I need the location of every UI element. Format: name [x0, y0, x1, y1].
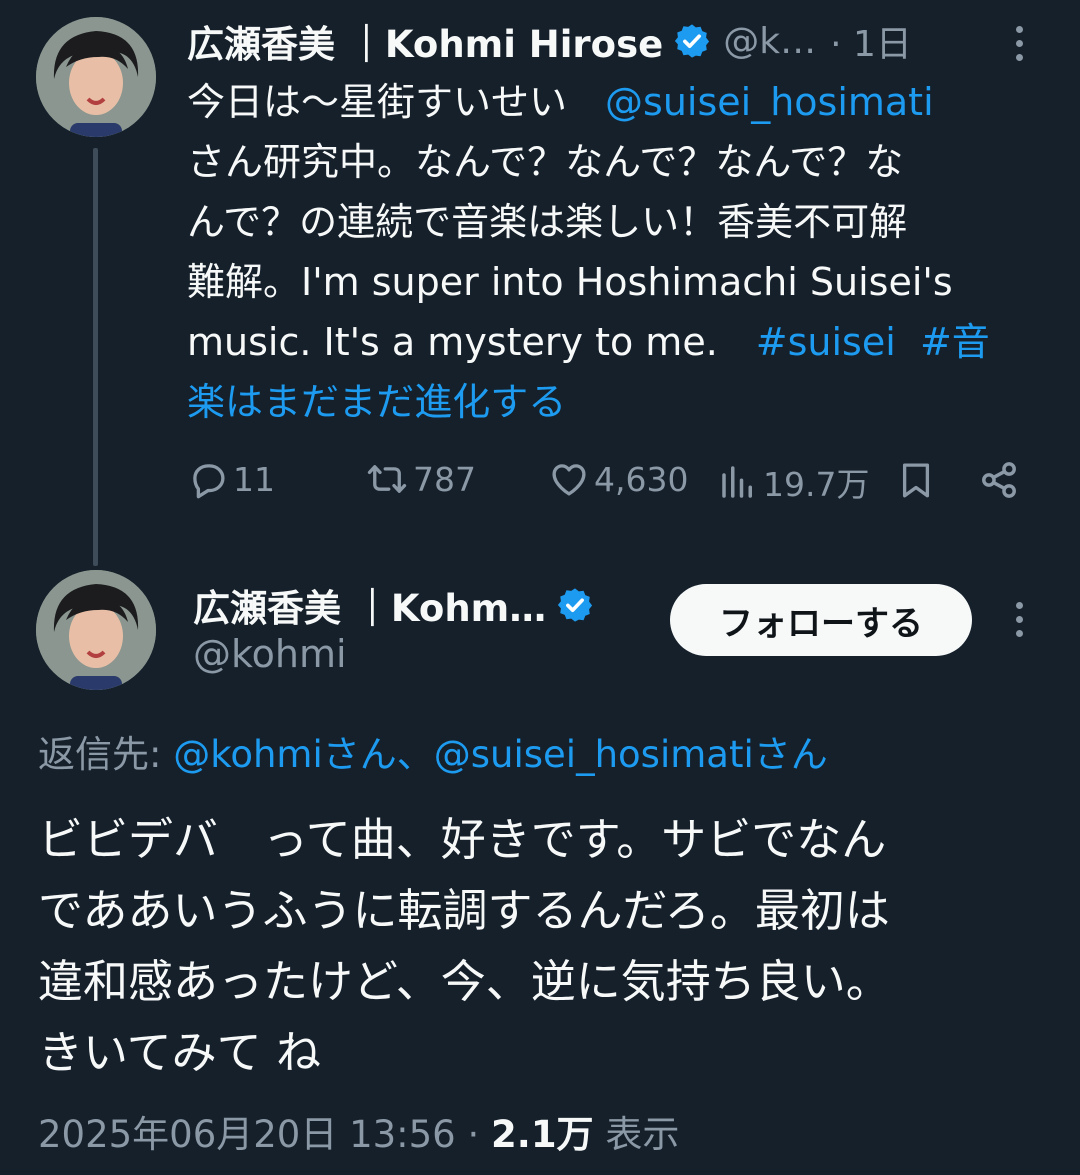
avatar[interactable] — [36, 570, 156, 690]
tweet-text: ビビデバ って曲、好きです。サビでなん でああいうふうに転調するんだろ。最初は … — [38, 804, 1038, 1088]
repost-count: 787 — [413, 459, 476, 499]
view-count: 19.7万 — [763, 465, 870, 504]
text-line: きいてみて ね — [38, 1026, 321, 1079]
mention-link[interactable]: @suisei_hosimati — [605, 80, 934, 124]
post-time[interactable]: · 1日 — [830, 15, 912, 67]
post-timestamp[interactable]: 2025年06月20日 13:56 — [38, 1113, 456, 1156]
hashtag-link[interactable]: #音 — [920, 320, 990, 364]
hashtag-link[interactable]: #suisei — [756, 320, 896, 364]
author-handle[interactable]: @kohmi — [193, 632, 347, 676]
text-line: 違和感あったけど、今、逆に気持ち良い。 — [38, 955, 891, 1008]
views-label: 表示 — [593, 1113, 680, 1156]
author-name[interactable]: 広瀬香美 ｜Kohm… — [193, 578, 546, 632]
thread-connector-line — [93, 148, 98, 566]
text-line: 難解。I'm super into Hoshimachi Suisei's — [187, 260, 953, 304]
like-button[interactable]: 4,630 — [548, 458, 688, 500]
share-button[interactable] — [977, 458, 1021, 502]
author-handle[interactable]: @k… — [723, 21, 816, 62]
author-name[interactable]: 広瀬香美 ｜Kohmi Hirose — [187, 14, 663, 68]
reply-count: 11 — [233, 459, 275, 499]
tweet-header: 広瀬香美 ｜Kohmi Hirose @k… · 1日 — [187, 14, 912, 68]
verified-badge-icon — [675, 24, 710, 58]
text-line: んで？の連続で音楽は楽しい！香美不可解 — [187, 200, 908, 244]
share-icon — [982, 462, 1016, 498]
reply-prefix: 返信先: — [38, 733, 174, 776]
bar-chart-icon — [722, 466, 752, 498]
bookmark-button[interactable] — [895, 458, 937, 502]
verified-badge-icon — [558, 588, 593, 622]
tweet-header: 広瀬香美 ｜Kohm… — [193, 580, 594, 630]
text-line: ビビデバ って曲、好きです。サビでなん — [38, 813, 887, 866]
meta-separator: · — [455, 1113, 492, 1156]
reply-button[interactable]: 11 — [187, 458, 275, 500]
more-options-icon[interactable] — [1014, 24, 1024, 64]
avatar[interactable] — [36, 17, 156, 137]
view-count: 2.1万 — [491, 1113, 594, 1156]
speech-bubble-icon — [193, 464, 225, 499]
tweet-text: 今日は〜星街すいせい @suisei_hosimati さん研究中。なんで？なん… — [187, 72, 1047, 432]
post-meta: 2025年06月20日 13:56 · 2.1万 表示 — [38, 1104, 679, 1158]
text-line: でああいうふうに転調するんだろ。最初は — [38, 884, 890, 937]
hashtag-link-continued[interactable]: 楽はまだまだ進化する — [187, 380, 566, 424]
tweet-actions: 11 787 4,630 19.7万 — [187, 458, 1037, 508]
follow-button[interactable]: フォローする — [670, 584, 972, 656]
repost-button[interactable]: 787 — [365, 458, 476, 500]
reply-targets-link[interactable]: @kohmiさん、@suisei_hosimatiさん — [173, 733, 828, 776]
views-button[interactable]: 19.7万 — [717, 458, 869, 506]
text-segment: 今日は〜星街すいせい — [187, 80, 606, 124]
text-line: さん研究中。なんで？なんで？なんで？な — [187, 140, 904, 184]
like-count: 4,630 — [594, 459, 689, 499]
text-segment: music. It's a mystery to me. — [187, 320, 756, 364]
bookmark-icon — [902, 463, 930, 498]
reply-context: 返信先: @kohmiさん、@suisei_hosimatiさん — [38, 724, 828, 778]
heart-icon — [552, 464, 586, 496]
repost-arrows-icon — [367, 465, 407, 493]
more-options-icon[interactable] — [1014, 600, 1024, 640]
